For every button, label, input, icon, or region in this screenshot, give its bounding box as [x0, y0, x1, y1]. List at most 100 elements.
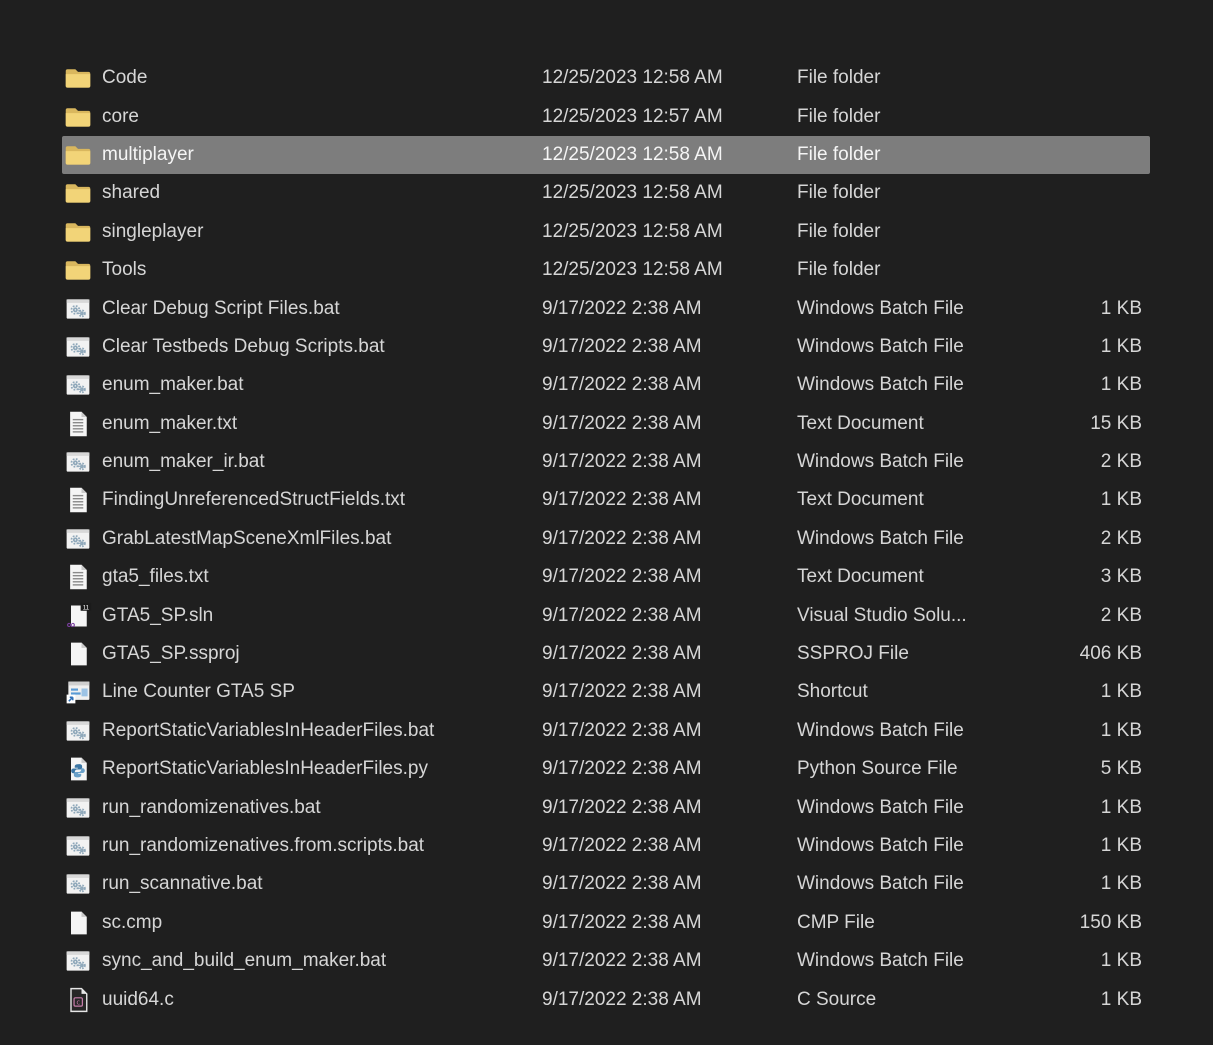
file-type: Windows Batch File [797, 297, 964, 319]
date-modified: 9/17/2022 2:38 AM [542, 527, 702, 549]
text-document-icon [62, 563, 102, 591]
batch-file-icon [62, 371, 102, 399]
date-modified: 9/17/2022 2:38 AM [542, 988, 702, 1010]
date-modified: 9/17/2022 2:38 AM [542, 297, 702, 319]
file-name: Line Counter GTA5 SP [102, 681, 295, 703]
file-type: Visual Studio Solu... [797, 604, 967, 626]
file-type: Windows Batch File [797, 527, 964, 549]
file-row[interactable]: Clear Debug Script Files.bat 9/17/2022 2:… [62, 289, 1150, 327]
file-size: 1 KB [1100, 950, 1142, 972]
file-type: File folder [797, 182, 881, 204]
file-type: Text Document [797, 566, 924, 588]
file-name: shared [102, 182, 161, 204]
file-size: 1 KB [1100, 835, 1142, 856]
file-name: sync_and_build_enum_maker.bat [102, 950, 387, 972]
file-row[interactable]: Line Counter GTA5 SP 9/17/2022 2:38 AM Sho… [62, 673, 1150, 711]
generic-file-icon [62, 909, 102, 937]
file-size: 406 KB [1079, 643, 1142, 665]
file-name: run_randomizenatives.bat [102, 796, 321, 818]
file-row[interactable]: run_randomizenatives.from.scripts.bat 9/1… [62, 827, 1150, 865]
file-name: Clear Testbeds Debug Scripts.bat [102, 335, 385, 357]
file-row[interactable]: singleplayer 12/25/2023 12:58 AM File fold… [62, 213, 1150, 251]
date-modified: 9/17/2022 2:38 AM [542, 489, 702, 511]
date-modified: 9/17/2022 2:38 AM [542, 950, 702, 972]
file-row[interactable]: c uuid64.c 9/17/2022 2:38 AM C Source 1 KB [62, 980, 1150, 1018]
file-size: 1 KB [1100, 796, 1142, 818]
file-row[interactable]: ReportStaticVariablesInHeaderFiles.py 9/1… [62, 750, 1150, 788]
file-row[interactable]: enum_maker_ir.bat 9/17/2022 2:38 AM Window… [62, 443, 1150, 481]
file-list: Code 12/25/2023 12:58 AM File folder core 12… [62, 59, 1150, 1019]
date-modified: 9/17/2022 2:38 AM [542, 835, 702, 856]
date-modified: 9/17/2022 2:38 AM [542, 374, 702, 396]
file-type: File folder [797, 143, 881, 165]
file-name: enum_maker_ir.bat [102, 451, 265, 473]
file-row[interactable]: gta5_files.txt 9/17/2022 2:38 AM Text Docu… [62, 558, 1150, 596]
file-type: CMP File [797, 911, 875, 933]
file-size: 3 KB [1100, 566, 1142, 588]
file-name: Code [102, 67, 148, 89]
file-row[interactable]: sync_and_build_enum_maker.bat 9/17/2022 2… [62, 942, 1150, 980]
file-row[interactable]: GTA5_SP.ssproj 9/17/2022 2:38 AM SSPROJ Fi… [62, 635, 1150, 673]
file-type: Windows Batch File [797, 950, 964, 972]
svg-text:c: c [76, 998, 80, 1006]
batch-file-icon [62, 870, 102, 898]
file-name: GTA5_SP.sln [102, 604, 214, 626]
file-size: 2 KB [1100, 527, 1142, 549]
date-modified: 9/17/2022 2:38 AM [542, 911, 702, 933]
file-type: SSPROJ File [797, 643, 909, 665]
text-document-icon [62, 410, 102, 438]
text-document-icon [62, 486, 102, 514]
file-row[interactable]: Clear Testbeds Debug Scripts.bat 9/17/202… [62, 328, 1150, 366]
visual-studio-solution-icon: 11 ∞ [62, 602, 102, 630]
file-name: Clear Debug Script Files.bat [102, 297, 340, 319]
folder-icon [62, 141, 102, 169]
batch-file-icon [62, 832, 102, 860]
file-name: GTA5_SP.ssproj [102, 643, 240, 665]
file-row[interactable]: run_randomizenatives.bat 9/17/2022 2:38 A… [62, 788, 1150, 826]
file-row[interactable]: ReportStaticVariablesInHeaderFiles.bat 9/… [62, 712, 1150, 750]
file-size: 1 KB [1100, 335, 1142, 357]
date-modified: 9/17/2022 2:38 AM [542, 719, 702, 741]
file-row[interactable]: FindingUnreferencedStructFields.txt 9/17/… [62, 481, 1150, 519]
file-name: ReportStaticVariablesInHeaderFiles.bat [102, 719, 435, 741]
file-type: Windows Batch File [797, 335, 964, 357]
date-modified: 12/25/2023 12:58 AM [542, 182, 723, 204]
file-row[interactable]: sc.cmp 9/17/2022 2:38 AM CMP File 150 KB [62, 904, 1150, 942]
shortcut-icon [62, 678, 102, 706]
file-size: 150 KB [1079, 911, 1142, 933]
file-type: File folder [797, 220, 881, 242]
file-row[interactable]: run_scannative.bat 9/17/2022 2:38 AM Windo… [62, 865, 1150, 903]
file-size: 1 KB [1100, 681, 1142, 703]
file-type: Python Source File [797, 758, 958, 780]
file-row-selected[interactable]: multiplayer 12/25/2023 12:58 AM File folde… [62, 135, 1150, 175]
file-row[interactable]: enum_maker.txt 9/17/2022 2:38 AM Text Docu… [62, 405, 1150, 443]
file-type: Windows Batch File [797, 873, 964, 895]
folder-icon [62, 256, 102, 284]
svg-text:11: 11 [83, 604, 90, 611]
date-modified: 12/25/2023 12:58 AM [542, 67, 723, 89]
file-name: singleplayer [102, 220, 204, 242]
file-row[interactable]: core 12/25/2023 12:57 AM File folder [62, 97, 1150, 135]
batch-file-icon [62, 448, 102, 476]
date-modified: 12/25/2023 12:57 AM [542, 105, 723, 127]
file-row[interactable]: Tools 12/25/2023 12:58 AM File folder [62, 251, 1150, 289]
folder-icon [62, 218, 102, 246]
file-row[interactable]: 11 ∞ GTA5_SP.sln 9/17/2022 2:38 AM Visual St… [62, 596, 1150, 634]
batch-file-icon [62, 947, 102, 975]
file-size: 2 KB [1100, 604, 1142, 626]
folder-icon [62, 103, 102, 131]
file-type: File folder [797, 67, 881, 89]
svg-text:∞: ∞ [67, 617, 76, 630]
file-row[interactable]: enum_maker.bat 9/17/2022 2:38 AM Windows B… [62, 366, 1150, 404]
file-name: core [102, 105, 139, 127]
file-row[interactable]: GrabLatestMapSceneXmlFiles.bat 9/17/2022 … [62, 520, 1150, 558]
file-row[interactable]: Code 12/25/2023 12:58 AM File folder [62, 59, 1150, 97]
date-modified: 12/25/2023 12:58 AM [542, 143, 723, 165]
file-size: 2 KB [1100, 451, 1142, 473]
file-type: Windows Batch File [797, 451, 964, 473]
file-size: 1 KB [1100, 374, 1142, 396]
date-modified: 12/25/2023 12:58 AM [542, 259, 723, 281]
file-name: sc.cmp [102, 911, 163, 933]
file-row[interactable]: shared 12/25/2023 12:58 AM File folder [62, 174, 1150, 212]
file-type: Text Document [797, 412, 924, 434]
